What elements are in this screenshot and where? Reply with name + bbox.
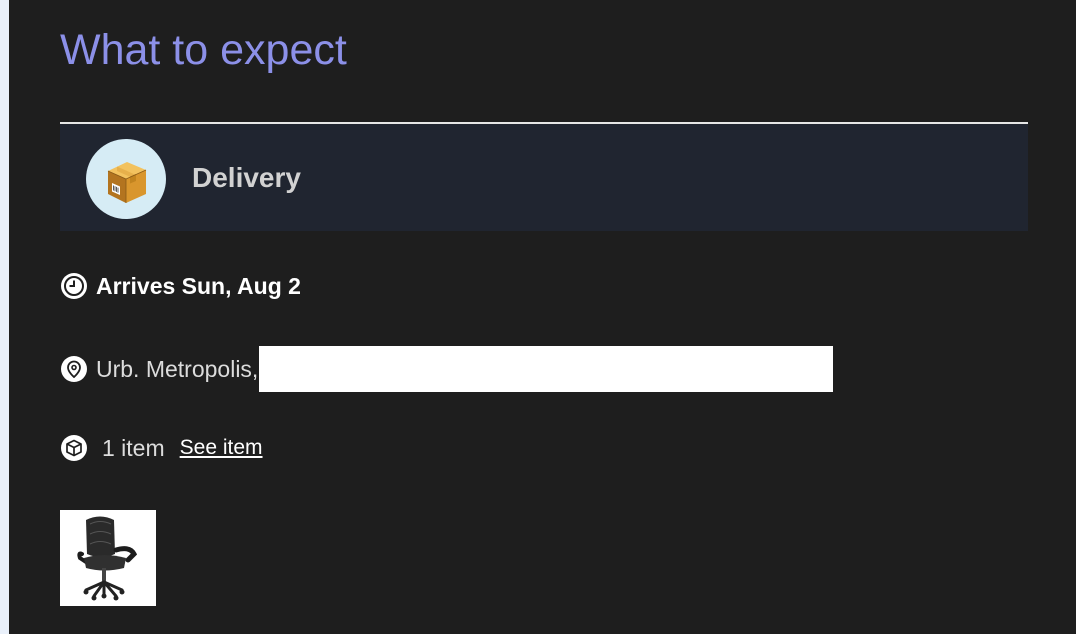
item-count: 1 item	[102, 434, 165, 461]
delivery-title: Delivery	[192, 162, 301, 193]
items-row: 1 item See item	[60, 434, 263, 462]
package-box-icon	[107, 162, 147, 203]
address-row: Urb. Metropolis,	[60, 346, 834, 392]
section-title: What to expect	[60, 26, 347, 74]
arrival-row: Arrives Sun, Aug 2	[60, 272, 301, 300]
delivery-address: Urb. Metropolis,	[96, 355, 259, 382]
left-accent-rail	[0, 0, 9, 634]
office-chair-image	[77, 516, 138, 601]
location-pin-icon	[61, 356, 87, 382]
product-thumbnail[interactable]	[60, 510, 156, 606]
clock-icon	[61, 273, 87, 299]
see-item-link[interactable]: See item	[180, 436, 263, 460]
address-redaction	[259, 346, 834, 392]
arrival-date: Arrives Sun, Aug 2	[96, 272, 301, 299]
delivery-header: Delivery	[60, 124, 1028, 231]
delivery-icon-circle	[86, 139, 166, 219]
package-icon	[61, 435, 87, 461]
